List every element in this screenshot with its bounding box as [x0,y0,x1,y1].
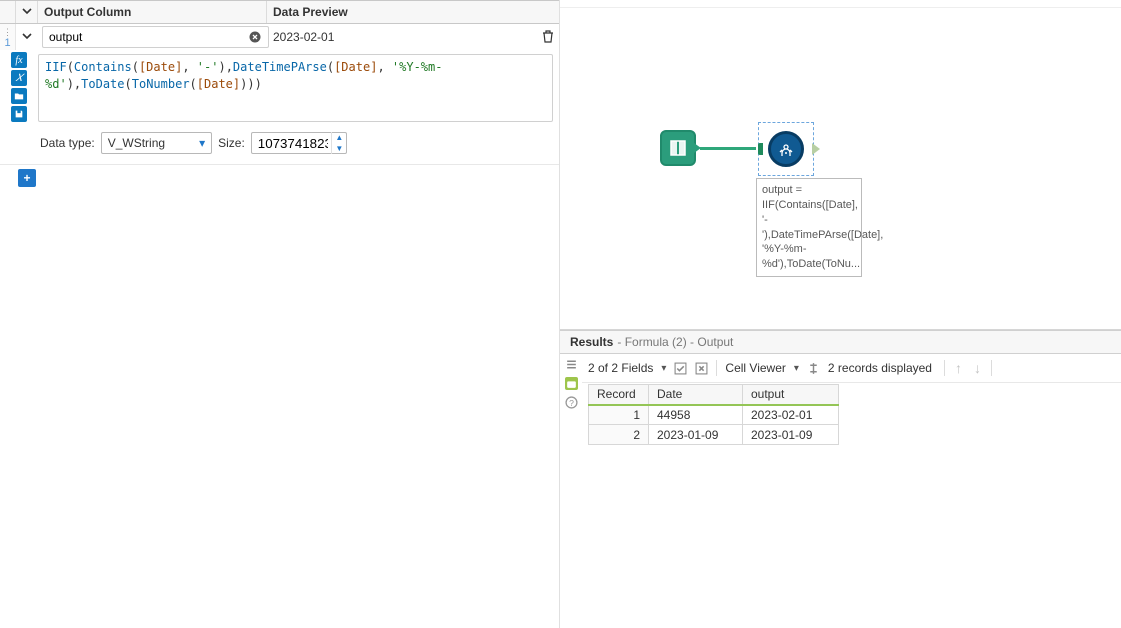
formula-tool-selection [758,122,814,176]
arrow-up-icon[interactable]: ↑ [953,360,964,376]
col-record[interactable]: Record [589,385,649,405]
formula-tool-sidebar: fx 𝑋 [0,50,38,126]
results-subtitle: - Formula (2) - Output [617,335,733,349]
col-date[interactable]: Date [649,385,743,405]
drag-dots-icon[interactable]: ⋮ [3,27,12,38]
help-icon[interactable]: ? [565,396,578,409]
spinner-down-icon[interactable]: ▼ [332,143,347,154]
cell-date: 44958 [649,405,743,425]
results-header: Results - Formula (2) - Output [560,330,1121,354]
list-icon[interactable] [565,358,578,371]
formula-config-panel: Output Column Data Preview ⋮ 1 2023-02-0… [0,0,560,628]
separator [944,360,945,376]
results-left-strip: ? [560,354,582,628]
checkbox-icon[interactable] [674,362,687,375]
metadata-icon[interactable] [807,362,820,375]
fx-button[interactable]: fx [11,52,27,68]
cross-icon[interactable] [695,362,708,375]
records-count: 2 records displayed [828,361,932,375]
cell-output: 2023-01-09 [743,425,839,445]
text-input-tool-node[interactable] [660,130,696,166]
table-row[interactable]: 1 44958 2023-02-01 [589,405,839,425]
row-index: ⋮ 1 [0,24,16,50]
node-annotation[interactable]: output = IIF(Contains([Date], '-'),DateT… [756,178,862,277]
results-title: Results [570,335,613,349]
separator [716,360,717,376]
add-expression-button[interactable]: + [18,169,36,187]
cell-output: 2023-02-01 [743,405,839,425]
gripper [0,1,16,23]
caret-down-icon[interactable]: ▾ [794,363,799,374]
table-row[interactable]: 2 2023-01-09 2023-01-09 [589,425,839,445]
cell-viewer-label[interactable]: Cell Viewer [725,361,785,375]
results-panel: Results - Formula (2) - Output ? [560,330,1121,628]
clear-input-icon[interactable] [247,29,263,45]
cell-date: 2023-01-09 [649,425,743,445]
cell-record: 1 [589,405,649,425]
output-column-header: Output Column [38,1,267,23]
results-table: Record Date output 1 44958 2023-02-01 [588,384,839,445]
arrow-down-icon[interactable]: ↓ [972,360,983,376]
config-header: Output Column Data Preview [0,0,559,24]
data-type-value: V_WString [108,136,165,150]
formula-tool-node[interactable] [768,131,804,167]
cell-record: 2 [589,425,649,445]
fields-count[interactable]: 2 of 2 Fields [588,361,653,375]
caret-down-icon[interactable]: ▾ [661,363,666,374]
size-label: Size: [218,136,245,150]
workflow-canvas[interactable]: output = IIF(Contains([Date], '-'),DateT… [560,0,1121,330]
variable-button[interactable]: 𝑋 [11,70,27,86]
delete-row-icon[interactable] [541,29,555,46]
expression-editor[interactable]: IIF(Contains([Date], '-'),DateTimePArse(… [38,54,553,122]
chevron-header-cell [16,1,38,23]
output-anchor-icon[interactable] [812,143,820,155]
data-preview-header: Data Preview [267,1,559,23]
chevron-down-icon[interactable] [21,5,33,20]
preview-value: 2023-02-01 [267,24,537,50]
open-expression-button[interactable] [11,88,27,104]
row-chevron-down-icon[interactable] [21,30,33,45]
input-anchor-icon[interactable] [758,143,763,155]
output-column-input[interactable] [42,26,269,48]
results-toolbar: 2 of 2 Fields ▾ Cell Viewer ▾ [582,354,1121,383]
svg-text:?: ? [569,398,574,408]
connection-line[interactable] [700,147,756,150]
save-expression-button[interactable] [11,106,27,122]
separator [991,360,992,376]
data-type-select[interactable]: V_WString ▾ [101,132,212,154]
table-header-row: Record Date output [589,385,839,405]
data-icon[interactable] [565,377,578,390]
caret-down-icon: ▾ [199,136,205,150]
spinner-up-icon[interactable]: ▲ [332,132,347,143]
col-output[interactable]: output [743,385,839,405]
data-type-label: Data type: [40,136,95,150]
size-spinner[interactable]: ▲ ▼ [331,132,347,154]
